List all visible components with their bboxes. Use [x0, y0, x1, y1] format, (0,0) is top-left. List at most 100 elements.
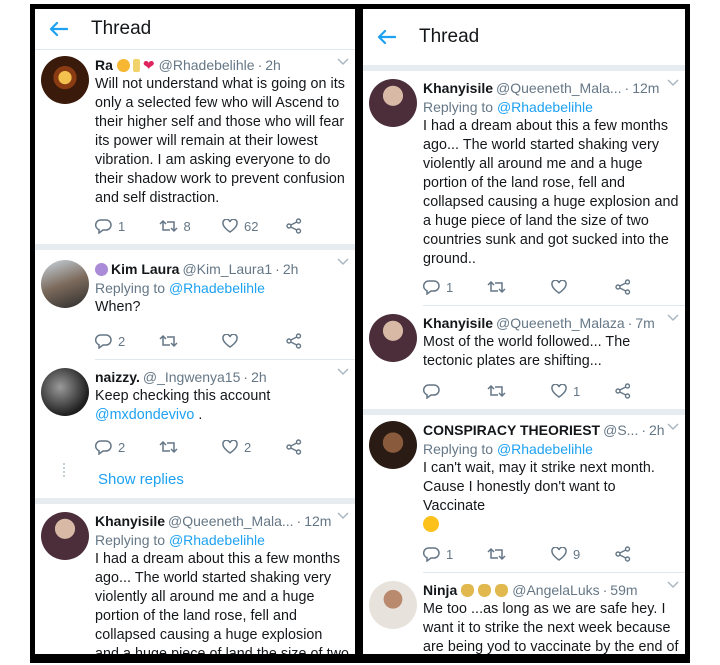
tweet[interactable]: Khanyisile @Queeneth_Mala... · 12m Reply… — [363, 71, 685, 305]
page-title: Thread — [419, 26, 480, 47]
heart-icon — [551, 547, 567, 561]
tweet-text: Me too ...as long as we are safe hey. I … — [423, 601, 679, 654]
reply-icon — [423, 383, 440, 399]
user-handle[interactable]: @Kim_Laura1 — [182, 260, 272, 279]
avatar[interactable] — [41, 512, 89, 560]
mention-link[interactable]: @Rhadebelihle — [497, 99, 593, 115]
retweet-button[interactable]: 8 — [158, 217, 223, 236]
back-arrow-icon[interactable] — [371, 25, 401, 49]
chevron-down-icon[interactable] — [667, 581, 679, 589]
share-button[interactable] — [285, 218, 350, 234]
timestamp[interactable]: 59m — [610, 581, 637, 600]
display-name[interactable]: Ra — [95, 56, 113, 75]
mention-link[interactable]: @Rhadebelihle — [169, 280, 265, 296]
tweet[interactable]: Ra ❤ @Rhadebelihle · 2h Will not underst… — [35, 50, 355, 244]
timestamp[interactable]: 2h — [649, 421, 665, 440]
tweet[interactable]: Ninja @AngelaLuks · 59m Me too ...as lon… — [363, 573, 685, 654]
like-button[interactable] — [222, 334, 286, 348]
timestamp[interactable]: 7m — [635, 314, 654, 333]
reply-button[interactable] — [423, 383, 487, 399]
user-handle[interactable]: @Queeneth_Mala... — [168, 512, 294, 531]
reply-button[interactable]: 1 — [95, 217, 159, 236]
like-button[interactable]: 62 — [222, 217, 286, 236]
avatar[interactable] — [369, 581, 417, 629]
like-button[interactable]: 9 — [551, 545, 615, 564]
reply-button[interactable]: 1 — [423, 278, 487, 297]
display-name[interactable]: Khanyisile — [95, 512, 165, 531]
share-button[interactable] — [615, 279, 679, 295]
tweet[interactable]: naizzy. @_Ingwenya15 · 2h Keep checking … — [35, 360, 355, 465]
user-handle[interactable]: @Rhadebelihle — [159, 56, 255, 75]
chevron-down-icon[interactable] — [667, 79, 679, 87]
tweet-text: I had a dream about this a few months ag… — [95, 551, 349, 654]
chevron-down-icon[interactable] — [337, 512, 349, 520]
mention-link[interactable]: @Rhadebelihle — [169, 532, 265, 548]
retweet-button[interactable] — [487, 547, 551, 561]
user-handle[interactable]: @AngelaLuks — [512, 581, 599, 600]
timestamp[interactable]: 12m — [304, 512, 331, 531]
like-button[interactable]: 1 — [551, 382, 615, 401]
reply-button[interactable]: 2 — [95, 332, 159, 351]
mention-link[interactable]: @Rhadebelihle — [497, 441, 593, 457]
avatar[interactable] — [41, 260, 89, 308]
reply-icon — [423, 546, 440, 562]
avatar[interactable] — [369, 421, 417, 469]
tweet[interactable]: CONSPIRACY THEORIEST @S... · 2h Replying… — [363, 415, 685, 572]
back-arrow-icon[interactable] — [43, 17, 73, 41]
retweet-button[interactable] — [158, 334, 223, 348]
share-button[interactable] — [285, 333, 350, 349]
tweet[interactable]: Khanyisile @Queeneth_Malaza · 7m Most of… — [363, 306, 685, 409]
display-name[interactable]: naizzy. — [95, 368, 140, 387]
timestamp[interactable]: 12m — [632, 79, 659, 98]
mention-link[interactable]: @mxdondevivo — [95, 407, 194, 423]
action-bar: 1 8 62 — [95, 212, 349, 240]
reply-button[interactable]: 1 — [423, 545, 487, 564]
reply-icon — [95, 333, 112, 349]
sun-emoji-icon — [116, 59, 130, 72]
avatar[interactable] — [41, 56, 89, 104]
avatar[interactable] — [369, 79, 417, 127]
user-handle[interactable]: @Queeneth_Malaza — [496, 314, 625, 333]
show-replies-link[interactable]: Show replies — [35, 465, 355, 498]
like-button[interactable] — [551, 280, 615, 294]
user-handle[interactable]: @_Ingwenya15 — [143, 368, 241, 387]
heart-icon — [222, 440, 238, 454]
action-bar: 2 — [95, 327, 349, 355]
retweet-button[interactable] — [487, 384, 551, 398]
display-name[interactable]: Ninja — [423, 581, 457, 600]
timestamp[interactable]: 2h — [283, 260, 299, 279]
share-icon — [285, 439, 301, 455]
display-name[interactable]: Kim Laura — [111, 260, 179, 279]
like-button[interactable]: 2 — [222, 438, 286, 457]
reply-icon — [95, 439, 112, 455]
replying-to: Replying to @Rhadebelihle — [95, 280, 265, 296]
left-thread-panel: Thread Ra ❤ @Rhadebelihle · 2h Will not … — [35, 9, 355, 654]
share-button[interactable] — [615, 546, 679, 562]
thread-header: Thread — [363, 9, 685, 65]
heart-icon — [222, 219, 238, 233]
reply-icon — [95, 218, 112, 234]
avatar[interactable] — [369, 314, 417, 362]
display-name[interactable]: Khanyisile — [423, 79, 493, 98]
chevron-down-icon[interactable] — [337, 58, 349, 66]
chevron-down-icon[interactable] — [337, 258, 349, 266]
tweet[interactable]: Kim Laura @Kim_Laura1 · 2h Replying to @… — [35, 250, 355, 359]
display-name[interactable]: Khanyisile — [423, 314, 493, 333]
display-name[interactable]: CONSPIRACY THEORIEST — [423, 421, 600, 440]
reply-button[interactable]: 2 — [95, 438, 159, 457]
retweet-button[interactable] — [158, 440, 223, 454]
avatar[interactable] — [41, 368, 89, 416]
chevron-down-icon[interactable] — [667, 314, 679, 322]
tweet[interactable]: Khanyisile @Queeneth_Mala... · 12m Reply… — [35, 504, 355, 654]
retweet-button[interactable] — [487, 280, 551, 294]
chevron-down-icon[interactable] — [667, 423, 679, 431]
share-button[interactable] — [615, 383, 679, 399]
chevron-down-icon[interactable] — [337, 368, 349, 376]
purple-circle-emoji-icon — [95, 263, 108, 276]
user-handle[interactable]: @S... — [603, 421, 638, 440]
timestamp[interactable]: 2h — [265, 56, 281, 75]
timestamp[interactable]: 2h — [251, 368, 267, 387]
tweet-text: Will not understand what is going on its… — [95, 76, 345, 206]
user-handle[interactable]: @Queeneth_Mala... — [496, 79, 622, 98]
share-button[interactable] — [285, 439, 350, 455]
